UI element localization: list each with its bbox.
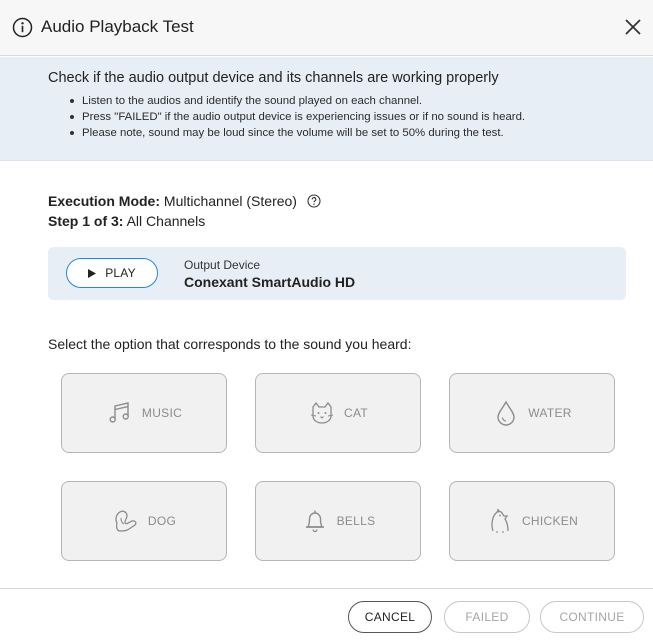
close-icon[interactable] — [621, 14, 645, 40]
option-label: DOG — [147, 514, 177, 528]
play-button[interactable]: PLAY — [66, 258, 158, 288]
output-device-bar: PLAY Output Device Conexant SmartAudio H… — [48, 247, 626, 300]
option-label: BELLS — [336, 514, 376, 528]
dialog-footer: CANCEL FAILED CONTINUE — [0, 588, 653, 643]
failed-button[interactable]: FAILED — [444, 601, 530, 633]
execution-mode: Execution Mode: Multichannel (Stereo) — [48, 193, 321, 209]
instructions-list: Listen to the audios and identify the so… — [70, 93, 525, 141]
option-cat-button[interactable]: CAT — [255, 373, 421, 453]
instructions-panel: Check if the audio output device and its… — [0, 57, 653, 161]
music-note-icon — [109, 402, 129, 423]
option-label: CAT — [343, 406, 368, 420]
play-icon — [88, 268, 97, 278]
chicken-icon — [491, 508, 509, 533]
option-bells-button[interactable]: BELLS — [255, 481, 421, 561]
cancel-button[interactable]: CANCEL — [348, 601, 432, 633]
play-label: PLAY — [105, 266, 136, 280]
instruction-item: Listen to the audios and identify the so… — [70, 93, 525, 109]
option-music-button[interactable]: MUSIC — [61, 373, 227, 453]
info-icon — [12, 17, 33, 38]
sound-prompt: Select the option that corresponds to th… — [48, 336, 412, 352]
step-value: All Channels — [126, 213, 206, 229]
instruction-item: Press "FAILED" if the audio output devic… — [70, 109, 525, 125]
option-label: CHICKEN — [521, 514, 579, 528]
option-label: WATER — [528, 406, 572, 420]
dialog-header: Audio Playback Test — [0, 0, 653, 56]
instruction-item: Please note, sound may be loud since the… — [70, 125, 525, 141]
instructions-heading: Check if the audio output device and its… — [48, 70, 499, 86]
dialog-title: Audio Playback Test — [41, 17, 194, 36]
option-chicken-button[interactable]: CHICKEN — [449, 481, 615, 561]
option-dog-button[interactable]: DOG — [61, 481, 227, 561]
continue-button[interactable]: CONTINUE — [540, 601, 644, 633]
option-water-button[interactable]: WATER — [449, 373, 615, 453]
output-device-name: Conexant SmartAudio HD — [184, 274, 356, 290]
help-icon[interactable] — [307, 194, 321, 208]
execution-mode-label: Execution Mode: — [48, 193, 161, 209]
step-label: Step 1 of 3: — [48, 213, 124, 229]
water-drop-icon — [497, 400, 515, 426]
cat-icon — [310, 401, 334, 424]
step-indicator: Step 1 of 3: All Channels — [48, 213, 205, 229]
option-label: MUSIC — [141, 406, 183, 420]
dog-icon — [115, 510, 137, 532]
output-device-caption: Output Device — [184, 258, 261, 272]
execution-mode-value: Multichannel (Stereo) — [163, 193, 297, 209]
bell-icon — [305, 510, 324, 533]
audio-playback-test-dialog: Audio Playback Test Check if the audio o… — [0, 0, 653, 643]
